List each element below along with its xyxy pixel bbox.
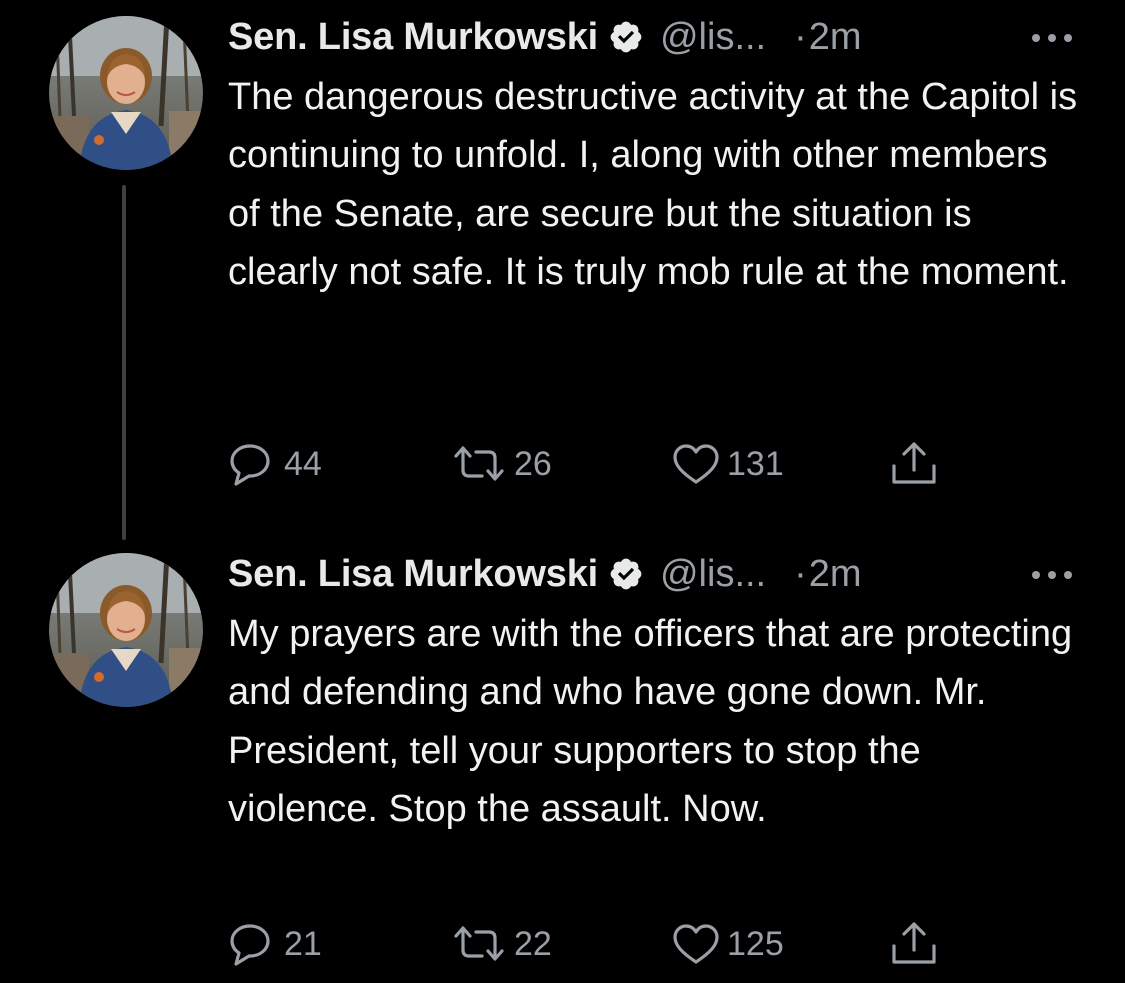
- separator-dot: ·: [794, 552, 807, 595]
- like-count: 125: [727, 924, 784, 963]
- retweet-icon: [450, 920, 508, 968]
- author-display-name[interactable]: Sen. Lisa Murkowski: [228, 553, 598, 596]
- reply-button[interactable]: 21: [228, 920, 322, 968]
- avatar[interactable]: [49, 16, 203, 170]
- retweet-count: 22: [514, 924, 552, 963]
- reply-icon: [228, 440, 278, 488]
- heart-icon: [671, 440, 721, 488]
- author-handle[interactable]: @lis...: [660, 553, 766, 596]
- heart-icon: [671, 920, 721, 968]
- tweet-timestamp[interactable]: 2m: [809, 16, 862, 59]
- share-button[interactable]: [888, 920, 940, 968]
- more-options-icon[interactable]: [1030, 31, 1074, 43]
- thread-connector-line: [122, 185, 126, 540]
- share-icon: [888, 920, 940, 968]
- retweet-icon: [450, 440, 508, 488]
- like-button[interactable]: 125: [671, 920, 784, 968]
- separator-dot: ·: [794, 15, 807, 58]
- reply-icon: [228, 920, 278, 968]
- share-button[interactable]: [888, 440, 940, 488]
- author-handle[interactable]: @lis...: [660, 16, 766, 59]
- retweet-button[interactable]: 26: [450, 440, 552, 488]
- tweet-actions: 44 26 131: [228, 440, 968, 488]
- retweet-count: 26: [514, 444, 552, 483]
- reply-count: 21: [284, 924, 322, 963]
- tweet-timestamp[interactable]: 2m: [809, 553, 862, 596]
- reply-button[interactable]: 44: [228, 440, 322, 488]
- tweet-header: Sen. Lisa Murkowski @lis... · 2m: [228, 549, 1088, 599]
- like-count: 131: [727, 444, 784, 483]
- tweet-text: My prayers are with the officers that ar…: [228, 613, 1073, 831]
- share-icon: [888, 440, 940, 488]
- tweet-text: The dangerous destructive activity at th…: [228, 76, 1078, 294]
- author-display-name[interactable]: Sen. Lisa Murkowski: [228, 16, 598, 59]
- tweet-header: Sen. Lisa Murkowski @lis... · 2m: [228, 12, 1088, 62]
- verified-badge-icon: [608, 19, 644, 55]
- like-button[interactable]: 131: [671, 440, 784, 488]
- avatar[interactable]: [49, 553, 203, 707]
- verified-badge-icon: [608, 556, 644, 592]
- more-options-icon[interactable]: [1030, 568, 1074, 580]
- tweet-actions: 21 22 125: [228, 920, 968, 968]
- retweet-button[interactable]: 22: [450, 920, 552, 968]
- reply-count: 44: [284, 444, 322, 483]
